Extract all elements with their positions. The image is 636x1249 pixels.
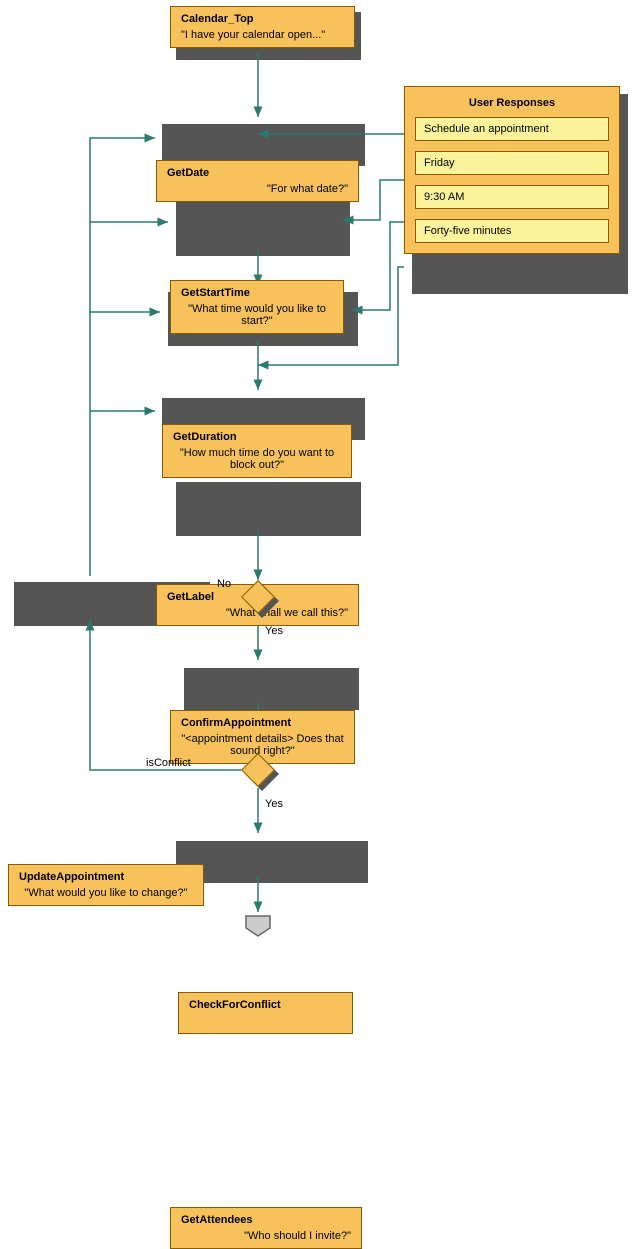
node-get-duration: GetDuration "How much time do you want t… <box>162 424 352 478</box>
node-sub: "What time would you like to start?" <box>181 303 333 327</box>
user-responses-title: User Responses <box>415 97 609 109</box>
user-responses-panel: User Responses Schedule an appointment F… <box>404 86 620 254</box>
node-sub: "How much time do you want to block out?… <box>173 447 341 471</box>
end-icon <box>244 914 272 941</box>
node-title: GetDate <box>167 167 348 179</box>
label-no: No <box>217 578 231 590</box>
label-yes2: Yes <box>265 798 283 810</box>
label-isconflict: isConflict <box>146 757 191 769</box>
node-check-conflict: CheckForConflict <box>178 992 353 1034</box>
node-sub: "I have your calendar open..." <box>181 29 344 41</box>
user-response-item: Forty-five minutes <box>415 219 609 243</box>
node-title: GetAttendees <box>181 1214 351 1226</box>
node-title: ConfirmAppointment <box>181 717 344 729</box>
node-title: GetStartTime <box>181 287 333 299</box>
node-title: UpdateAppointment <box>19 871 193 883</box>
user-response-item: Friday <box>415 151 609 175</box>
label-yes: Yes <box>265 625 283 637</box>
node-get-attendees: GetAttendees "Who should I invite?" <box>170 1207 362 1249</box>
node-sub: "Who should I invite?" <box>181 1230 351 1242</box>
node-calendar-top: Calendar_Top "I have your calendar open.… <box>170 6 355 48</box>
node-title: CheckForConflict <box>189 999 342 1011</box>
node-get-start-time: GetStartTime "What time would you like t… <box>170 280 344 334</box>
user-response-item: Schedule an appointment <box>415 117 609 141</box>
node-sub: "For what date?" <box>167 183 348 195</box>
node-get-date: GetDate "For what date?" <box>156 160 359 202</box>
node-title: Calendar_Top <box>181 13 344 25</box>
decision-conflict <box>241 753 275 787</box>
node-sub: "What would you like to change?" <box>19 887 193 899</box>
node-update-appointment: UpdateAppointment "What would you like t… <box>8 864 204 906</box>
user-response-item: 9:30 AM <box>415 185 609 209</box>
node-title: GetDuration <box>173 431 341 443</box>
decision-confirm <box>241 580 275 614</box>
